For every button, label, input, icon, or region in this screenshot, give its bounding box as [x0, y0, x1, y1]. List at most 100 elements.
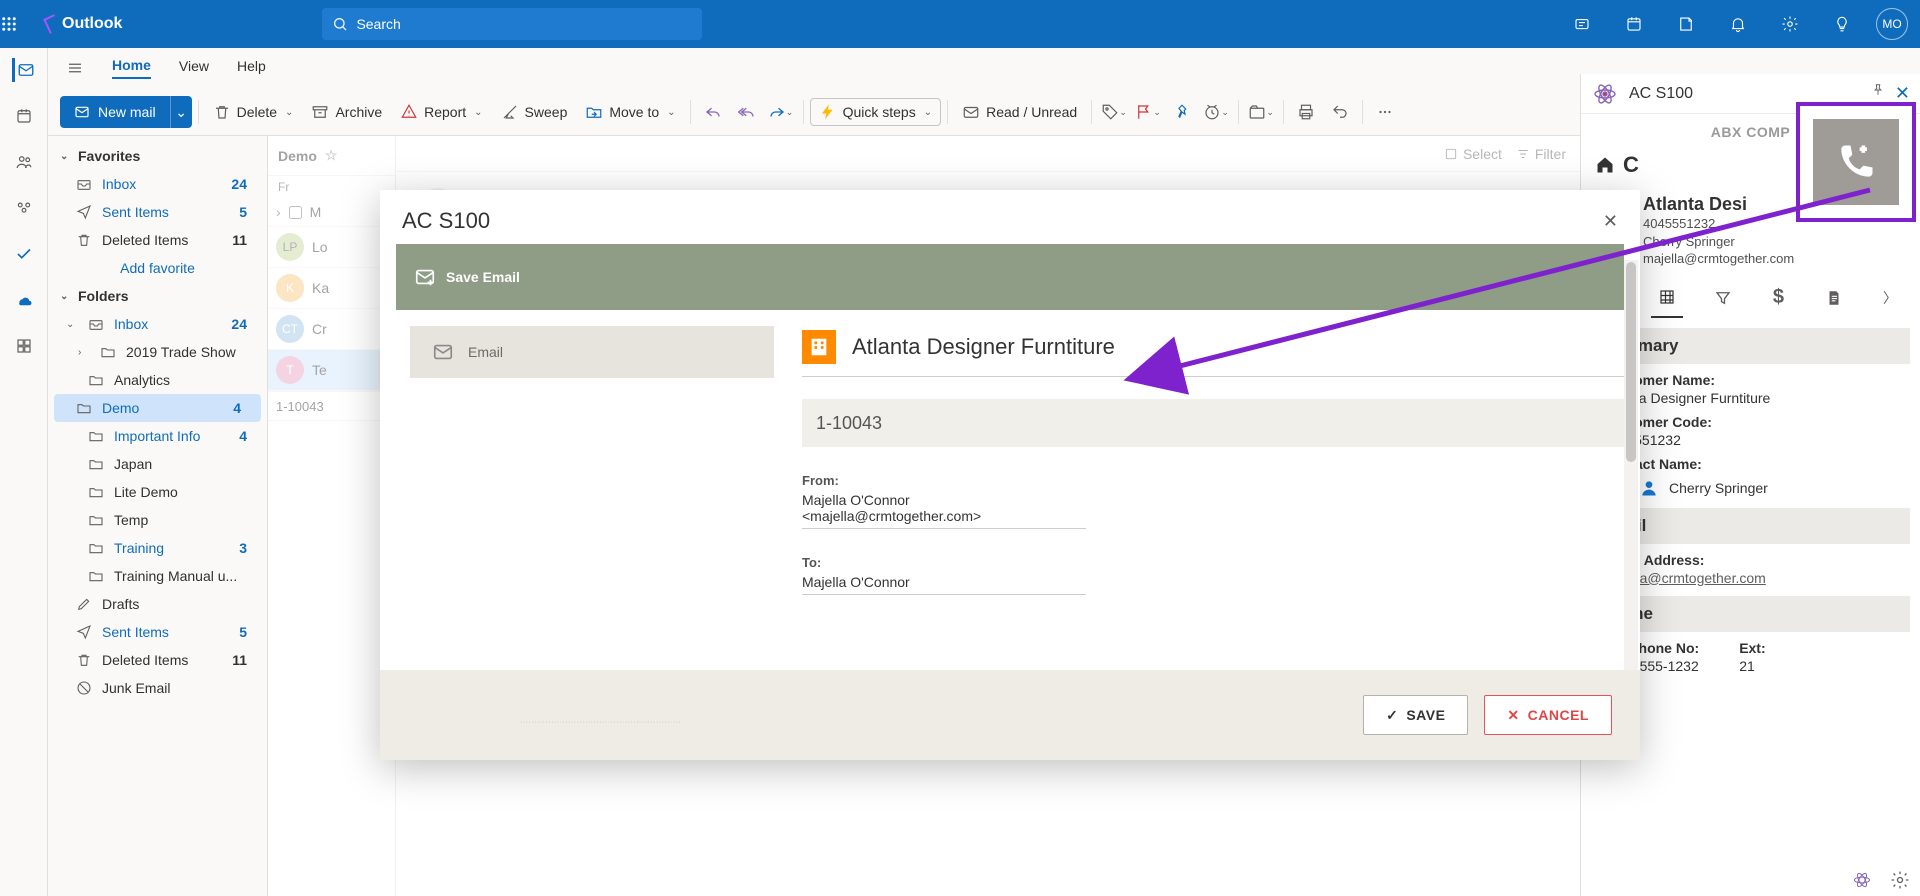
fav-sent[interactable]: Sent Items5	[48, 198, 267, 226]
modal-case-input[interactable]: 1-10043	[802, 399, 1624, 447]
favorites-header[interactable]: ⌄Favorites	[48, 142, 267, 170]
readunread-button[interactable]: Read / Unread	[954, 96, 1085, 128]
bell-icon[interactable]	[1720, 6, 1756, 42]
calendar-meet-icon[interactable]	[1616, 6, 1652, 42]
undo-icon[interactable]	[1324, 96, 1356, 128]
left-rail	[0, 48, 48, 896]
rail-onedrive-icon[interactable]	[12, 288, 36, 312]
folder-temp[interactable]: Temp	[48, 506, 267, 534]
rail-groups-icon[interactable]	[12, 196, 36, 220]
note-icon[interactable]	[1668, 6, 1704, 42]
move-folder-icon[interactable]: ⌄	[1245, 96, 1277, 128]
modal-to-value[interactable]: Majella O'Connor	[802, 570, 1086, 595]
tab-doc-icon[interactable]	[1818, 278, 1850, 318]
value-custcode: 4045551232	[1603, 432, 1902, 448]
save-button[interactable]: ✓SAVE	[1363, 695, 1468, 735]
cancel-button[interactable]: ✕CANCEL	[1484, 695, 1612, 735]
tab-view[interactable]: View	[179, 58, 209, 78]
folder-litedemo[interactable]: Lite Demo	[48, 478, 267, 506]
hamburger-icon[interactable]	[66, 59, 84, 77]
folder-analytics[interactable]: Analytics	[48, 366, 267, 394]
fav-inbox[interactable]: Inbox24	[48, 170, 267, 198]
tab-filter-icon[interactable]	[1707, 278, 1739, 318]
label-contact: Contact Name:	[1603, 456, 1902, 472]
addin-home[interactable]: C	[1595, 152, 1639, 178]
settings-gear-icon[interactable]	[1772, 6, 1808, 42]
tag-icon[interactable]: ⌄	[1098, 96, 1130, 128]
folder-deleted[interactable]: Deleted Items11	[48, 646, 267, 674]
pin-icon[interactable]	[1166, 96, 1198, 128]
folders-header[interactable]: ⌄Folders	[48, 282, 267, 310]
nav-fwd-icon[interactable]: 〉	[1874, 278, 1906, 318]
folder-japan[interactable]: Japan	[48, 450, 267, 478]
new-mail-dropdown[interactable]: ⌄	[170, 96, 192, 128]
modal-to-label: To:	[802, 555, 1624, 570]
tab-dollar-icon[interactable]: $	[1762, 278, 1794, 318]
modal-company-name: Atlanta Designer Furntiture	[852, 334, 1115, 360]
quicksteps-button[interactable]: Quick steps⌄	[810, 98, 942, 126]
check-icon: ✓	[1386, 707, 1398, 724]
addin-atom-icon[interactable]	[1852, 870, 1872, 890]
customer-name: Atlanta Desi	[1643, 194, 1794, 215]
flag-icon[interactable]: ⌄	[1132, 96, 1164, 128]
phone-action-highlight[interactable]	[1796, 102, 1916, 222]
label-email: Email Address:	[1603, 552, 1902, 568]
reply-icon[interactable]	[697, 96, 729, 128]
addin-logo-icon	[1591, 80, 1619, 108]
search-box[interactable]: Search	[322, 8, 702, 40]
pin-pane-icon[interactable]	[1871, 83, 1885, 104]
label-custname: Customer Name:	[1603, 372, 1902, 388]
archive-button[interactable]: Archive	[303, 96, 390, 128]
account-avatar[interactable]: MO	[1876, 8, 1908, 40]
delete-button[interactable]: Delete⌄	[205, 96, 302, 128]
moveto-button[interactable]: Move to⌄	[577, 96, 683, 128]
value-contact: Cherry Springer	[1669, 480, 1768, 496]
snooze-icon[interactable]: ⌄	[1200, 96, 1232, 128]
close-pane-icon[interactable]: ✕	[1895, 83, 1910, 104]
modal-close-icon[interactable]: ✕	[1603, 211, 1618, 232]
customer-email: majella@crmtogether.com	[1643, 250, 1794, 268]
waffle-icon[interactable]	[0, 15, 40, 33]
print-icon[interactable]	[1290, 96, 1322, 128]
value-ext: 21	[1739, 658, 1765, 674]
tab-grid-icon[interactable]	[1651, 278, 1683, 318]
teams-icon[interactable]	[1564, 6, 1600, 42]
tab-home[interactable]: Home	[112, 57, 151, 79]
replyall-icon[interactable]	[731, 96, 763, 128]
chevron-down-icon: ⌄	[667, 107, 675, 118]
folder-sent[interactable]: Sent Items5	[48, 618, 267, 646]
folder-junk[interactable]: Junk Email	[48, 674, 267, 702]
person-icon	[1639, 478, 1659, 498]
chevron-down-icon: ⌄	[285, 107, 293, 118]
add-favorite[interactable]: Add favorite	[48, 254, 267, 282]
folder-tradeshow[interactable]: ›2019 Trade Show	[48, 338, 267, 366]
fav-deleted[interactable]: Deleted Items11	[48, 226, 267, 254]
modal-email-tab[interactable]: Email	[410, 326, 774, 378]
customer-code: 4045551232	[1643, 215, 1794, 233]
company-icon	[802, 330, 836, 364]
app-brand: Outlook	[46, 15, 122, 33]
report-button[interactable]: Report⌄	[392, 96, 490, 128]
addin-gear-icon[interactable]	[1890, 870, 1910, 890]
folder-inbox[interactable]: ⌄Inbox24	[48, 310, 267, 338]
label-ext: Ext:	[1739, 640, 1765, 656]
modal-footer-tiny-text: ········································…	[520, 719, 681, 726]
modal-from-value[interactable]: Majella O'Connor <majella@crmtogether.co…	[802, 488, 1086, 529]
new-mail-button[interactable]: New mail ⌄	[60, 96, 192, 128]
rail-apps-icon[interactable]	[12, 334, 36, 358]
chevron-down-icon: ⌄	[175, 104, 187, 121]
folder-training[interactable]: Training3	[48, 534, 267, 562]
tips-icon[interactable]	[1824, 6, 1860, 42]
folder-demo[interactable]: Demo4	[54, 394, 261, 422]
folder-trainingmanual[interactable]: Training Manual u...	[48, 562, 267, 590]
rail-todo-icon[interactable]	[12, 242, 36, 266]
folder-important[interactable]: Important Info4	[48, 422, 267, 450]
rail-mail-icon[interactable]	[12, 58, 36, 82]
rail-calendar-icon[interactable]	[12, 104, 36, 128]
folder-drafts[interactable]: Drafts	[48, 590, 267, 618]
rail-people-icon[interactable]	[12, 150, 36, 174]
more-icon[interactable]	[1369, 96, 1401, 128]
tab-help[interactable]: Help	[237, 58, 266, 78]
forward-icon[interactable]: ⌄	[765, 96, 797, 128]
sweep-button[interactable]: Sweep	[493, 96, 576, 128]
